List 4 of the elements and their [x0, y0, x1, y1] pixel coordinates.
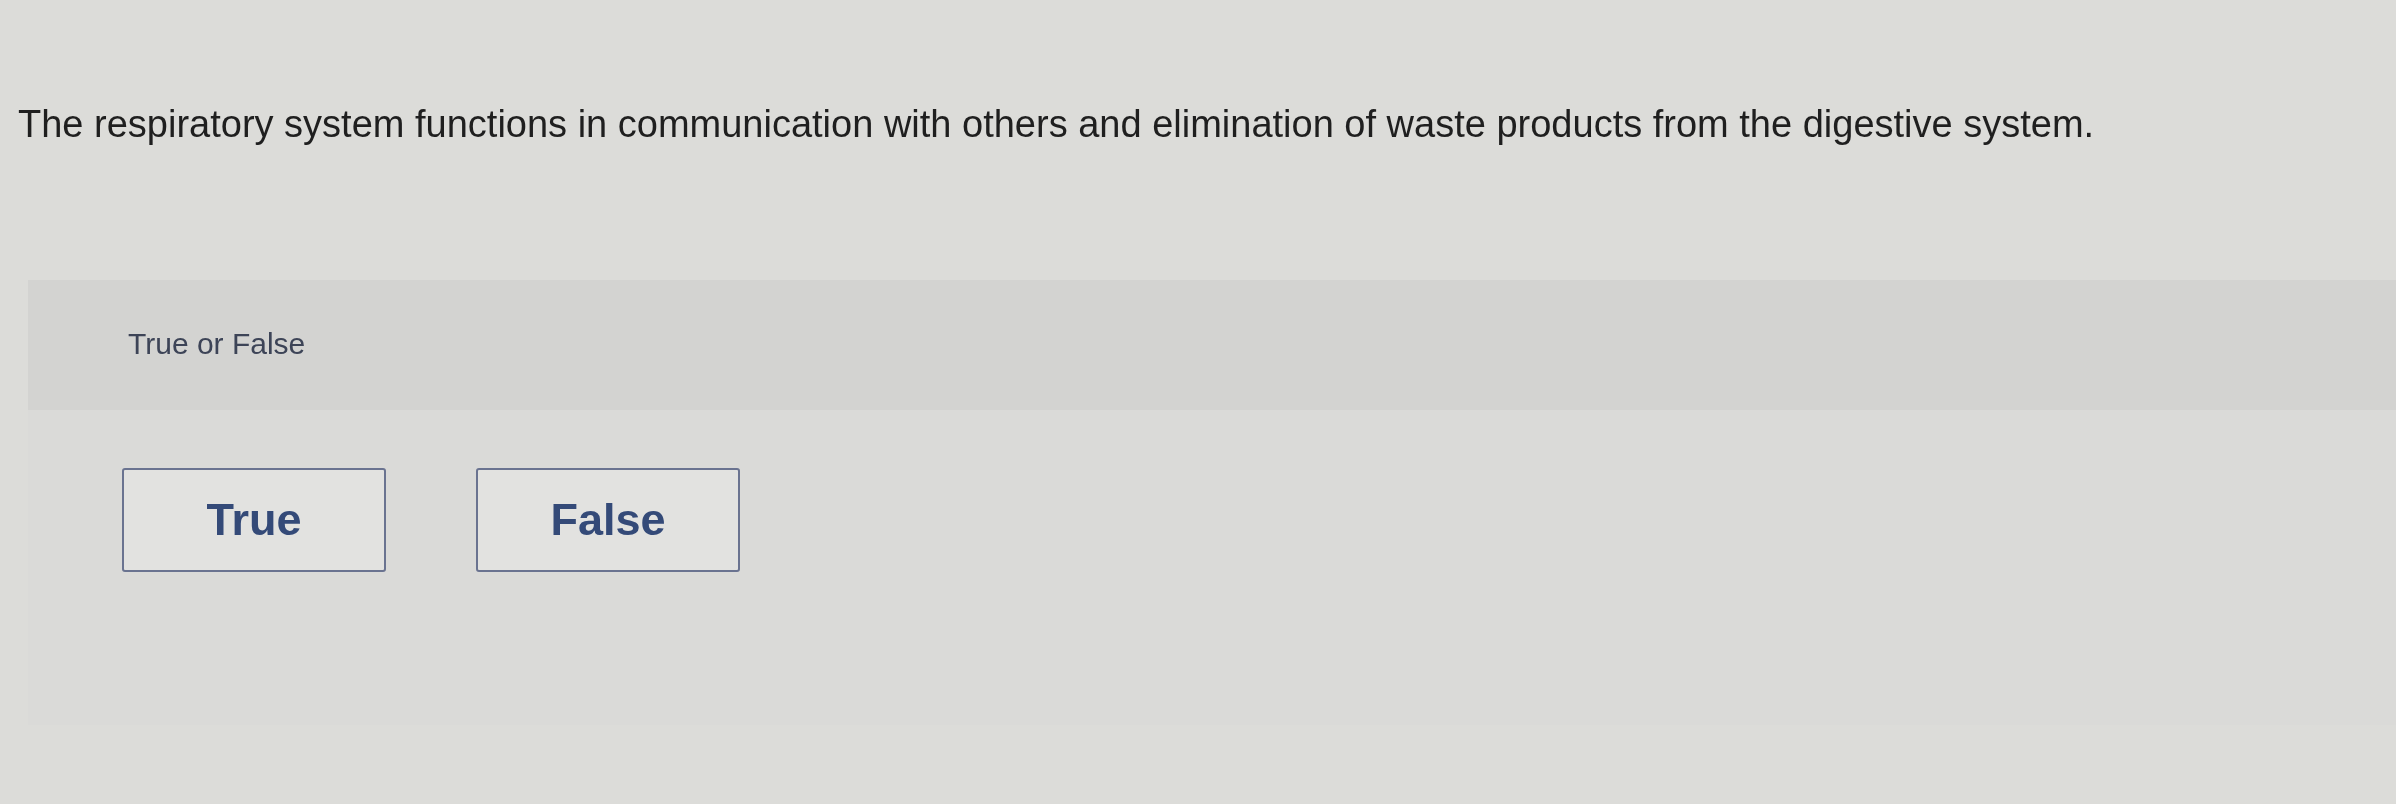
question-text: The respiratory system functions in communication with others and elimination of waste products from the digestive system.	[18, 102, 2096, 146]
answer-option-button[interactable]: False	[476, 468, 740, 572]
answer-option-button[interactable]: True	[122, 468, 386, 572]
prompt-text: True or False	[128, 327, 306, 360]
